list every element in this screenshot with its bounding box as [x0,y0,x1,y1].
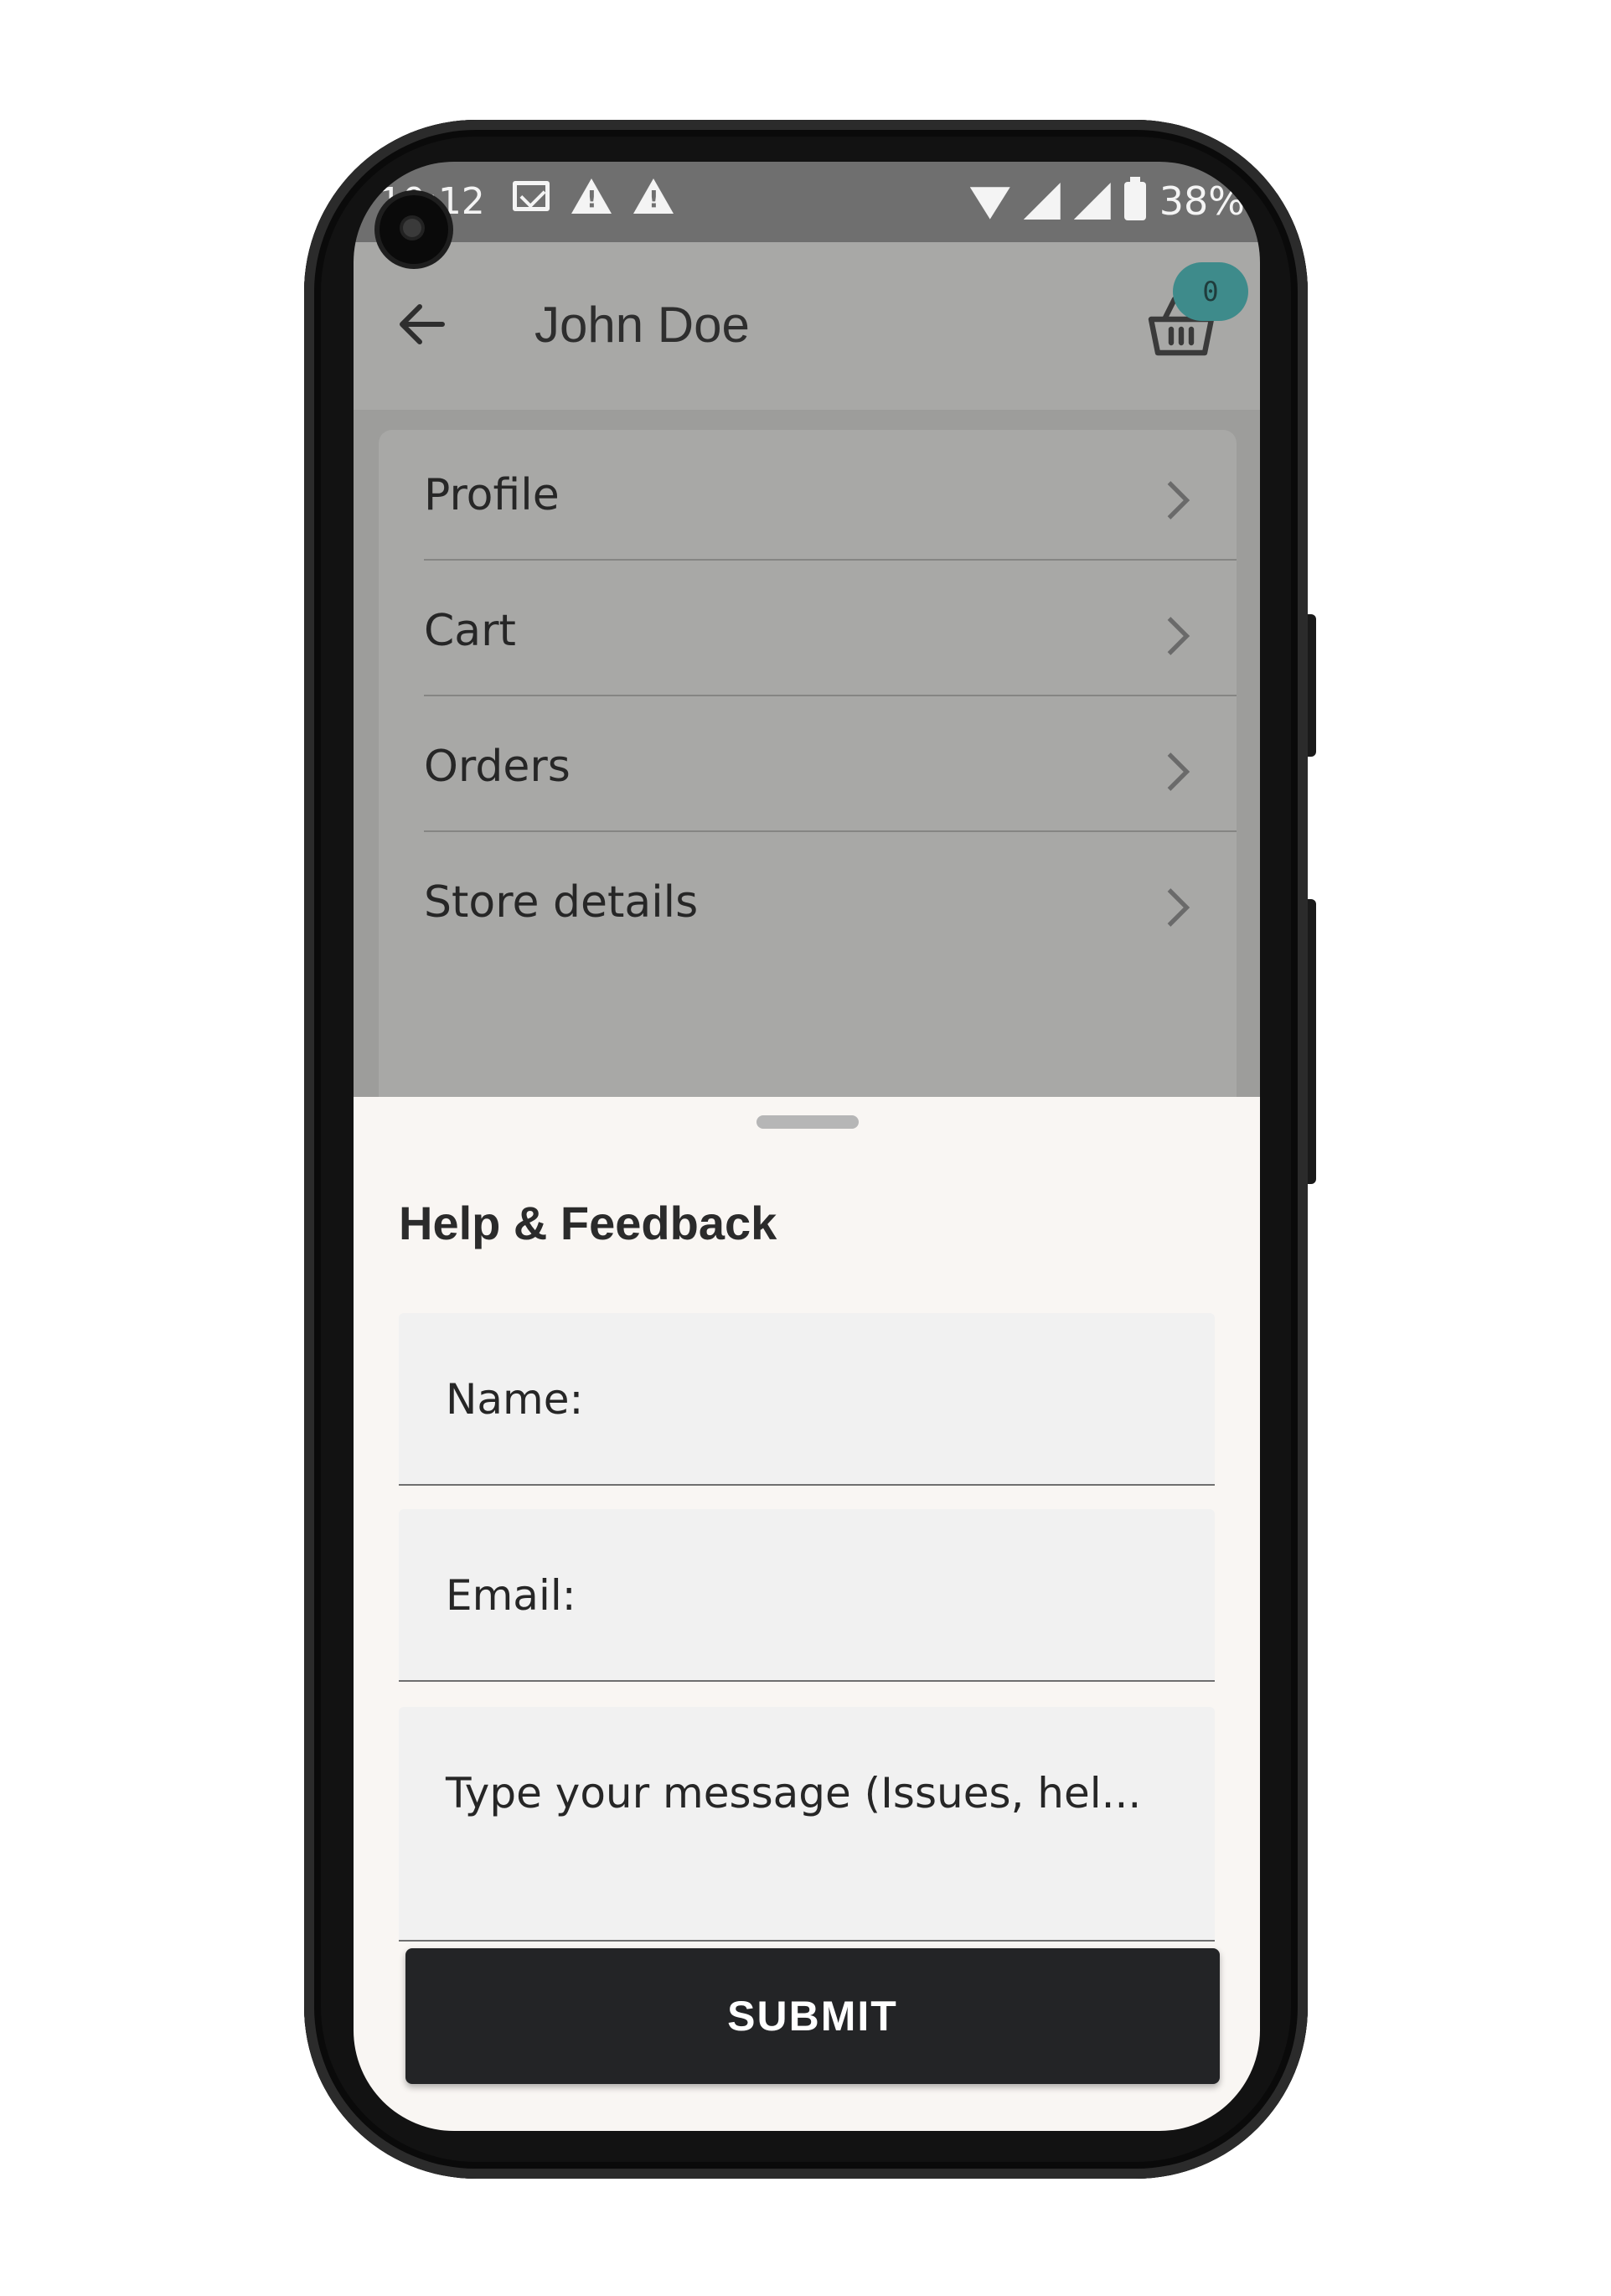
email-field[interactable]: Email: [399,1509,1215,1682]
menu-item-label: Store details [424,877,699,928]
notification-icons [513,178,674,214]
chevron-right-icon [1167,888,1190,927]
front-camera [380,195,448,264]
email-placeholder: Email: [446,1571,576,1620]
sheet-drag-handle[interactable] [756,1115,859,1129]
chevron-right-icon [1167,752,1190,791]
help-feedback-sheet: Help & Feedback Name: Email: Type your m… [354,1097,1260,2131]
message-placeholder: Type your message (Issues, hel... [446,1769,1142,1818]
sheet-title: Help & Feedback [399,1197,777,1249]
battery-icon [1123,177,1146,220]
chevron-right-icon [1167,617,1190,655]
power-button [1308,899,1316,1184]
system-icons: 38% [969,177,1245,224]
mail-icon [513,181,550,211]
menu-item-orders[interactable]: Orders [424,701,1237,837]
name-field[interactable]: Name: [399,1313,1215,1486]
menu-item-store-details[interactable]: Store details [424,837,1237,973]
menu-item-label: Orders [424,742,571,792]
menu-item-cart[interactable]: Cart [424,566,1237,701]
signal-icon [1023,183,1061,220]
back-arrow-icon[interactable] [392,294,452,354]
wifi-icon [969,187,1010,220]
divider [424,695,1237,696]
divider [424,559,1237,561]
status-bar: 10:12 38% [354,162,1260,242]
message-field[interactable]: Type your message (Issues, hel... [399,1707,1215,1942]
name-placeholder: Name: [446,1375,584,1424]
cart-count-badge: 0 [1173,262,1248,321]
app-bar: John Doe 0 [354,242,1260,410]
volume-button [1308,614,1316,757]
chevron-right-icon [1167,481,1190,520]
signal-icon [1073,183,1111,220]
menu-item-profile[interactable]: Profile [424,430,1237,566]
warning-icon [571,178,612,214]
menu-item-label: Profile [424,470,560,520]
battery-percentage: 38% [1159,178,1245,224]
page-title: John Doe [534,297,750,353]
divider [424,830,1237,832]
warning-icon [633,178,674,214]
menu-item-label: Cart [424,606,516,656]
screen: 10:12 38% John Doe 0 Profile Cart [354,162,1260,2131]
submit-button[interactable]: SUBMIT [405,1948,1220,2084]
